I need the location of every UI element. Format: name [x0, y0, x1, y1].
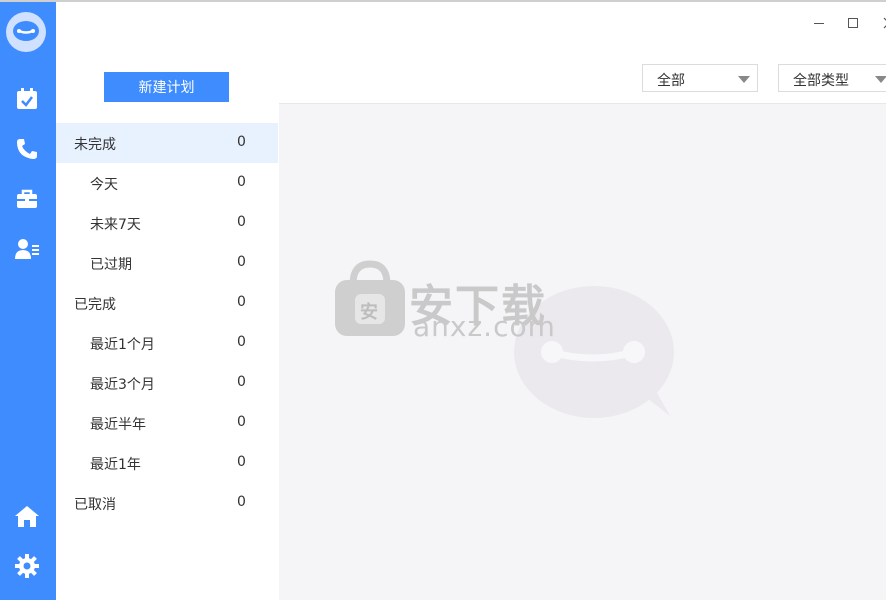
- scope-select[interactable]: 全部: [642, 64, 758, 92]
- filter-item-overdue[interactable]: 已过期 0: [56, 243, 278, 283]
- plan-content-area: 全部 全部类型 安 安下载 anxz.com: [279, 52, 886, 600]
- filter-item-cancelled[interactable]: 已取消 0: [56, 483, 278, 523]
- filter-item-label: 最近3个月: [90, 377, 155, 393]
- phone-icon[interactable]: [14, 136, 40, 162]
- filter-item-label: 最近半年: [90, 417, 146, 433]
- minimize-icon[interactable]: [810, 16, 828, 34]
- filter-item-count: 0: [237, 294, 246, 310]
- filter-item-count: 0: [237, 134, 246, 150]
- filter-item-count: 0: [237, 454, 246, 470]
- nav-rail: [0, 2, 56, 600]
- filter-item-last-1-month[interactable]: 最近1个月 0: [56, 323, 278, 363]
- filter-item-count: 0: [237, 334, 246, 350]
- filter-item-today[interactable]: 今天 0: [56, 163, 278, 203]
- calendar-check-icon[interactable]: [14, 86, 40, 112]
- new-plan-button[interactable]: 新建计划: [104, 72, 229, 102]
- app-logo-icon: [6, 12, 46, 52]
- plan-filter-panel: 新建计划 未完成 0 今天 0 未来7天 0 已过期 0 已完成 0 最近1个月…: [56, 52, 280, 600]
- home-icon[interactable]: [14, 503, 40, 529]
- filter-item-label: 已完成: [74, 297, 116, 313]
- chevron-down-icon: [875, 76, 886, 83]
- briefcase-icon[interactable]: [14, 186, 40, 212]
- filter-item-count: 0: [237, 374, 246, 390]
- title-bar: [56, 2, 886, 53]
- filter-item-label: 最近1年: [90, 457, 141, 473]
- filter-item-label: 最近1个月: [90, 337, 155, 353]
- contact-list-icon[interactable]: [14, 236, 40, 262]
- filter-item-count: 0: [237, 414, 246, 430]
- filter-item-label: 未来7天: [90, 217, 141, 233]
- filter-item-last-1-year[interactable]: 最近1年 0: [56, 443, 278, 483]
- filter-item-last-half-year[interactable]: 最近半年 0: [56, 403, 278, 443]
- close-icon[interactable]: [880, 16, 886, 34]
- filter-item-label: 未完成: [74, 137, 116, 153]
- filter-item-completed[interactable]: 已完成 0: [56, 283, 278, 323]
- filter-item-label: 今天: [90, 177, 118, 193]
- maximize-icon[interactable]: [844, 16, 862, 34]
- chevron-down-icon: [738, 76, 750, 83]
- type-select[interactable]: 全部类型: [778, 64, 886, 92]
- type-select-value: 全部类型: [793, 73, 849, 89]
- filter-item-count: 0: [237, 174, 246, 190]
- filter-item-incomplete[interactable]: 未完成 0: [56, 123, 278, 163]
- filter-item-label: 已取消: [74, 497, 116, 513]
- filter-item-next-7-days[interactable]: 未来7天 0: [56, 203, 278, 243]
- watermark-badge: 安: [360, 302, 378, 323]
- filter-item-count: 0: [237, 214, 246, 230]
- filter-item-count: 0: [237, 254, 246, 270]
- filter-item-count: 0: [237, 494, 246, 510]
- filter-item-last-3-months[interactable]: 最近3个月 0: [56, 363, 278, 403]
- settings-gear-icon[interactable]: [14, 553, 40, 579]
- scope-select-value: 全部: [657, 73, 685, 89]
- watermark-lock-icon: 安: [333, 258, 407, 342]
- filter-toolbar: 全部 全部类型: [279, 52, 886, 104]
- watermark-url: anxz.com: [413, 310, 556, 343]
- filter-item-label: 已过期: [90, 257, 132, 273]
